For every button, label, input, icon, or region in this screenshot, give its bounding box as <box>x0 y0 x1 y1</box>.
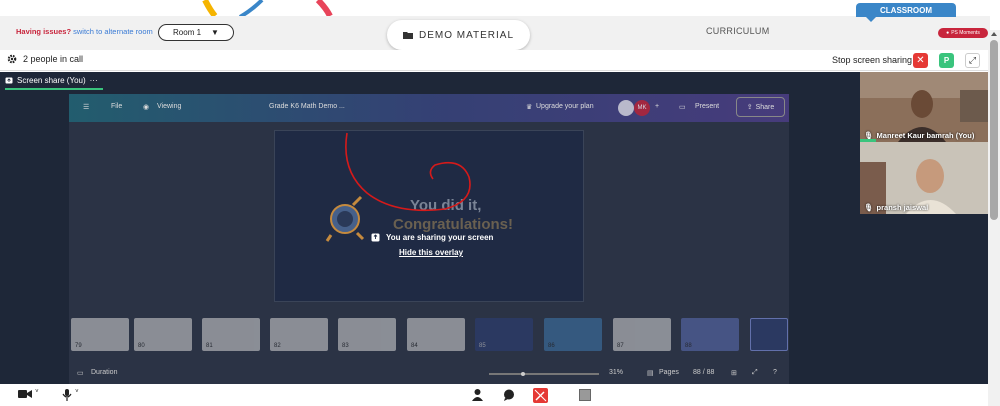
chevron-down-icon[interactable]: ˅ <box>75 389 79 395</box>
more-options-icon[interactable]: ··· <box>90 76 98 85</box>
chat-button[interactable] <box>503 389 515 404</box>
classroom-caret-icon <box>866 17 876 22</box>
shared-upgrade: Upgrade your plan <box>536 103 594 110</box>
caret-down-icon: ▼ <box>211 28 219 37</box>
list-item: 86 <box>544 318 602 351</box>
eye-icon: ◉ <box>143 104 150 111</box>
shared-file-menu: File <box>111 103 123 110</box>
pages-icon: ▤ <box>647 370 654 377</box>
chevron-down-icon[interactable]: ˅ <box>35 389 39 395</box>
shared-viewing: Viewing <box>157 103 182 110</box>
microphone-icon <box>62 389 72 401</box>
scroll-up-icon[interactable] <box>991 32 997 36</box>
chat-icon <box>504 389 514 401</box>
shared-plus: + <box>655 103 660 110</box>
shared-share-label: Share <box>755 103 775 111</box>
people-in-call: 2 people in call <box>7 54 83 64</box>
participant-name: pransh jaiswal <box>876 203 929 212</box>
room-select-value: Room 1 <box>173 28 202 37</box>
screen-share-tab-label: Screen share (You) <box>17 76 86 85</box>
pen-off-icon <box>534 389 547 402</box>
help-icon: ? <box>773 369 777 376</box>
shared-share-button: ⇪ Share <box>736 97 785 117</box>
present-icon: ▭ <box>679 104 686 111</box>
top-bar: Having issues? switch to alternate room … <box>0 3 990 50</box>
shared-present: Present <box>695 103 720 110</box>
issues-label: Having issues? <box>16 27 72 36</box>
p-button[interactable]: P <box>939 53 954 68</box>
microphone-button[interactable]: ˅ <box>62 389 79 404</box>
share-screen-icon <box>371 233 380 242</box>
menu-icon: ☰ <box>83 104 90 111</box>
call-bar: 2 people in call Stop screen sharing ✕ P… <box>0 50 988 71</box>
list-item: 83 <box>338 318 396 351</box>
scrollbar-thumb[interactable] <box>990 40 998 220</box>
shared-bottom-strip: ▭ Duration 31% ▤ Pages 88 / 88 ⊞ ⤢ ? <box>69 362 789 384</box>
tab-screen-share[interactable]: Screen share (You) ··· <box>5 76 98 85</box>
tab-underline <box>5 88 103 90</box>
classroom-page: Having issues? switch to alternate room … <box>0 0 1000 406</box>
switch-room-link[interactable]: switch to alternate room <box>73 27 153 36</box>
list-item: 80 <box>134 318 192 351</box>
microphone-icon: 🎙 <box>864 203 874 212</box>
camera-button[interactable]: ˅ <box>18 389 39 402</box>
whiteboard-off-button[interactable] <box>533 388 548 403</box>
list-item: 84 <box>407 318 465 351</box>
list-item: 88 <box>681 318 739 351</box>
sharing-overlay-text: You are sharing your screen <box>371 233 493 242</box>
upload-icon: ⇪ <box>746 104 753 111</box>
slide-thumbnails: 79 80 81 82 83 84 85 86 87 88 <box>69 318 789 354</box>
shared-doc-title: Grade K6 Math Demo ... <box>269 103 345 110</box>
shared-screen: ☰ File ◉ Viewing Grade K6 Math Demo ... … <box>69 94 789 384</box>
ps-moments-button[interactable]: ● PS Moments <box>938 28 988 38</box>
list-item: 82 <box>270 318 328 351</box>
ps-moments-label: PS Moments <box>951 30 980 36</box>
screen-share-stage: Screen share (You) ··· ☰ File ◉ Viewing … <box>0 72 988 384</box>
grid-icon: ⊞ <box>731 370 737 377</box>
list-item: 81 <box>202 318 260 351</box>
shared-pages-label: Pages <box>659 369 679 376</box>
current-slide: You did it, Congratulations! You are sha… <box>274 130 584 302</box>
participant-label: 🎙 pransh jaiswal <box>864 203 928 212</box>
participant-name: Manreet Kaur bamrah (You) <box>876 131 975 140</box>
avatar: MK <box>634 100 650 116</box>
stop-sharing-label: Stop screen sharing <box>832 55 913 65</box>
red-annotation-scribble <box>345 132 471 212</box>
sharing-overlay-label: You are sharing your screen <box>386 233 494 242</box>
crown-icon: ♛ <box>526 104 533 111</box>
stop-sharing-button[interactable]: ✕ <box>913 53 928 68</box>
list-item: 87 <box>613 318 671 351</box>
participant-tile-pransh[interactable]: 🎙 pransh jaiswal <box>860 142 988 214</box>
zoom-slider-icon <box>489 372 599 376</box>
gear-icon[interactable] <box>7 54 17 64</box>
expand-button[interactable]: ⤢ <box>965 53 980 68</box>
bottom-toolbar: ˅ ˅ <box>0 384 988 406</box>
tab-demo-material[interactable]: DEMO MATERIAL <box>387 20 530 50</box>
cat-avatar <box>618 100 634 116</box>
camera-icon <box>18 390 32 398</box>
shared-duration: Duration <box>91 369 118 376</box>
fullscreen-icon: ⤢ <box>752 369 758 376</box>
screen-share-icon <box>5 77 13 83</box>
ps-moments-dot-icon: ● <box>946 30 950 36</box>
shared-zoom: 31% <box>609 369 624 376</box>
stop-button[interactable] <box>579 389 591 401</box>
participant-tile-you[interactable]: 🎙 Manreet Kaur bamrah (You) <box>860 72 988 142</box>
issues-notice: Having issues? switch to alternate room <box>16 27 153 36</box>
people-count: 2 people in call <box>23 54 84 64</box>
tab-demo-material-label: DEMO MATERIAL <box>418 29 515 41</box>
list-item: 85 <box>475 318 533 351</box>
folder-icon <box>402 32 413 39</box>
shared-pages-count: 88 / 88 <box>693 369 715 376</box>
duration-icon: ▭ <box>77 370 84 377</box>
participant-label: 🎙 Manreet Kaur bamrah (You) <box>864 131 974 140</box>
list-item <box>750 318 788 351</box>
participants-button[interactable] <box>472 389 483 404</box>
tab-classroom[interactable]: CLASSROOM <box>856 3 956 17</box>
room-select[interactable]: Room 1 ▼ <box>158 24 234 41</box>
list-item: 79 <box>71 318 129 351</box>
person-icon <box>472 389 483 401</box>
tab-curriculum[interactable]: CURRICULUM <box>706 26 770 36</box>
hide-overlay-link[interactable]: Hide this overlay <box>399 248 463 257</box>
